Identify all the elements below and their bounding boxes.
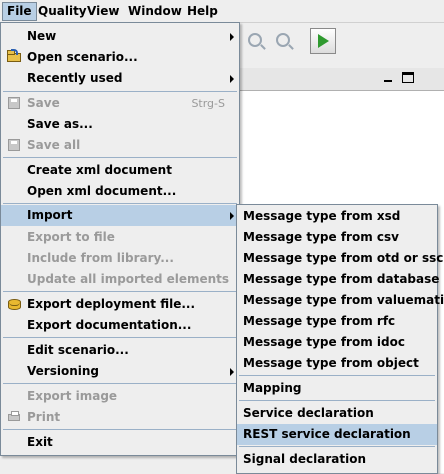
menu-separator	[3, 383, 237, 384]
menu-item-open-xml-document[interactable]: Open xml document...	[1, 181, 239, 202]
database-icon	[7, 297, 21, 311]
submenu-item-message-type-xsd[interactable]: Message type from xsd	[237, 206, 437, 227]
zoom-out-button[interactable]	[270, 28, 296, 54]
submenu-item-message-type-otd[interactable]: Message type from otd or ssc	[237, 248, 443, 269]
menu-item-exit[interactable]: Exit	[1, 432, 239, 453]
menu-item-save-all[interactable]: Save all	[1, 135, 239, 156]
submenu-item-signal-declaration[interactable]: Signal declaration	[237, 449, 437, 470]
submenu-arrow-icon	[230, 33, 234, 41]
submenu-item-service-declaration[interactable]: Service declaration	[237, 403, 437, 424]
menu-item-versioning[interactable]: Versioning	[1, 361, 239, 382]
file-menu: New Open scenario... Recently used Save …	[0, 22, 240, 456]
zoom-in-button[interactable]	[242, 28, 268, 54]
menu-item-export-to-file[interactable]: Export to file	[1, 227, 239, 248]
minimize-icon[interactable]	[382, 72, 394, 83]
menu-separator	[239, 375, 435, 376]
menu-file[interactable]: File	[2, 2, 37, 21]
submenu-item-mapping[interactable]: Mapping	[237, 378, 437, 399]
menu-item-save-as[interactable]: Save as...	[1, 114, 239, 135]
submenu-arrow-icon	[230, 75, 234, 83]
menu-window[interactable]: Window	[124, 3, 186, 20]
zoom-in-icon	[248, 33, 262, 47]
menu-item-edit-scenario[interactable]: Edit scenario...	[1, 340, 239, 361]
menu-item-recently-used[interactable]: Recently used	[1, 68, 239, 89]
menu-separator	[3, 291, 237, 292]
menu-item-print[interactable]: Print	[1, 407, 239, 428]
menu-item-export-documentation[interactable]: Export documentation...	[1, 315, 239, 336]
submenu-arrow-icon	[230, 212, 234, 220]
menu-item-save[interactable]: Save Strg-S	[1, 93, 239, 114]
open-folder-icon	[7, 49, 21, 64]
menu-item-export-image[interactable]: Export image	[1, 386, 239, 407]
menu-item-new[interactable]: New	[1, 26, 239, 47]
menu-item-include-from-library[interactable]: Include from library...	[1, 248, 239, 269]
menu-help[interactable]: Help	[183, 3, 222, 20]
menu-item-create-xml-document[interactable]: Create xml document	[1, 160, 239, 181]
menu-view[interactable]: View	[83, 3, 123, 20]
save-all-icon	[7, 138, 21, 152]
maximize-icon[interactable]	[402, 72, 414, 83]
submenu-item-message-type-valuemation[interactable]: Message type from valuemation	[237, 290, 444, 311]
import-submenu: Message type from xsd Message type from …	[236, 204, 444, 474]
menu-bar: File Quality View Window Help	[0, 0, 444, 23]
menu-item-export-deployment-file[interactable]: Export deployment file...	[1, 294, 239, 315]
submenu-arrow-icon	[230, 368, 234, 376]
menu-separator	[239, 446, 435, 447]
submenu-item-rest-service-declaration[interactable]: REST service declaration	[237, 424, 437, 445]
run-icon	[318, 34, 329, 48]
save-icon	[7, 96, 21, 110]
run-button[interactable]	[310, 28, 336, 54]
menu-separator	[3, 91, 237, 92]
submenu-item-message-type-database[interactable]: Message type from database	[237, 269, 439, 290]
menu-item-open-scenario[interactable]: Open scenario...	[1, 47, 239, 68]
printer-icon	[7, 410, 21, 424]
submenu-item-message-type-idoc[interactable]: Message type from idoc	[237, 332, 437, 353]
menu-separator	[239, 400, 435, 401]
menu-separator	[3, 337, 237, 338]
submenu-item-message-type-object[interactable]: Message type from object	[237, 353, 437, 374]
submenu-item-message-type-rfc[interactable]: Message type from rfc	[237, 311, 437, 332]
zoom-out-icon	[276, 33, 290, 47]
menu-item-update-imported-elements[interactable]: Update all imported elements	[1, 269, 239, 290]
menu-separator	[3, 157, 237, 158]
menu-separator	[3, 203, 237, 204]
menu-item-import[interactable]: Import	[1, 205, 239, 226]
menu-separator	[3, 429, 237, 430]
submenu-item-message-type-csv[interactable]: Message type from csv	[237, 227, 437, 248]
